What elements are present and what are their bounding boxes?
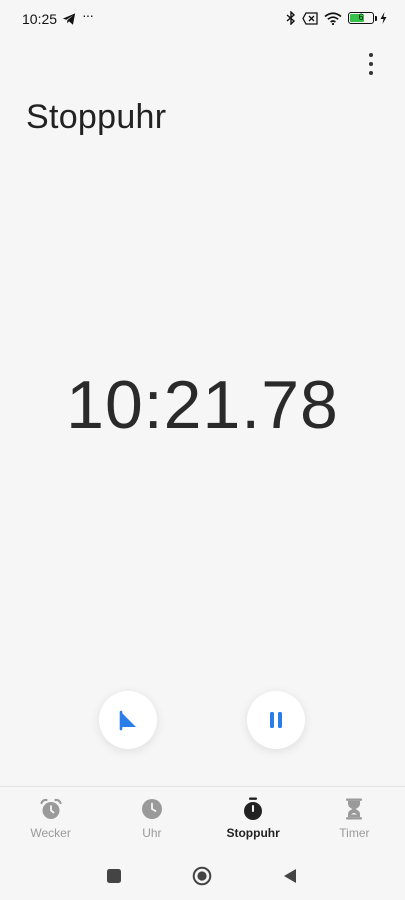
overflow-menu-button[interactable] bbox=[363, 53, 379, 75]
home-icon[interactable] bbox=[192, 866, 212, 886]
pause-button[interactable] bbox=[247, 691, 305, 749]
back-icon[interactable] bbox=[282, 868, 298, 884]
charging-icon bbox=[380, 12, 387, 24]
nav-label-uhr: Uhr bbox=[142, 826, 162, 840]
nav-item-uhr[interactable]: Uhr bbox=[101, 787, 202, 849]
page-title: Stoppuhr bbox=[26, 98, 167, 136]
battery-icon: 6 bbox=[348, 12, 377, 24]
notification-more-icon: ··· bbox=[82, 7, 94, 23]
nav-item-stoppuhr[interactable]: Stoppuhr bbox=[203, 787, 304, 849]
lap-button[interactable] bbox=[99, 691, 157, 749]
nav-item-wecker[interactable]: Wecker bbox=[0, 787, 101, 849]
nav-label-timer: Timer bbox=[339, 826, 370, 840]
nav-item-timer[interactable]: Timer bbox=[304, 787, 405, 849]
status-bar: 10:25 ··· 6 bbox=[0, 0, 405, 40]
stopwatch-display: 10:21.78 bbox=[66, 367, 339, 443]
bottom-nav: Wecker Uhr Stoppuhr Timer bbox=[0, 786, 405, 849]
flag-icon bbox=[119, 710, 136, 731]
system-nav-bar bbox=[0, 860, 405, 892]
alarm-clock-icon bbox=[39, 797, 63, 821]
overflow-dot bbox=[369, 71, 373, 75]
clock-icon bbox=[140, 797, 164, 821]
nav-label-wecker: Wecker bbox=[30, 826, 71, 840]
status-time: 10:25 bbox=[22, 11, 58, 27]
overflow-dot bbox=[369, 53, 373, 57]
stopwatch-icon bbox=[241, 797, 265, 821]
telegram-icon bbox=[62, 13, 76, 25]
overflow-dot bbox=[369, 62, 373, 66]
no-sim-icon bbox=[302, 11, 318, 25]
recents-icon[interactable] bbox=[106, 868, 122, 884]
pause-icon bbox=[270, 712, 282, 728]
battery-level: 6 bbox=[358, 12, 364, 22]
status-icons: 6 bbox=[286, 11, 387, 25]
hourglass-icon bbox=[342, 797, 366, 821]
bluetooth-icon bbox=[286, 11, 296, 25]
wifi-icon bbox=[324, 11, 342, 25]
nav-label-stoppuhr: Stoppuhr bbox=[226, 826, 280, 840]
